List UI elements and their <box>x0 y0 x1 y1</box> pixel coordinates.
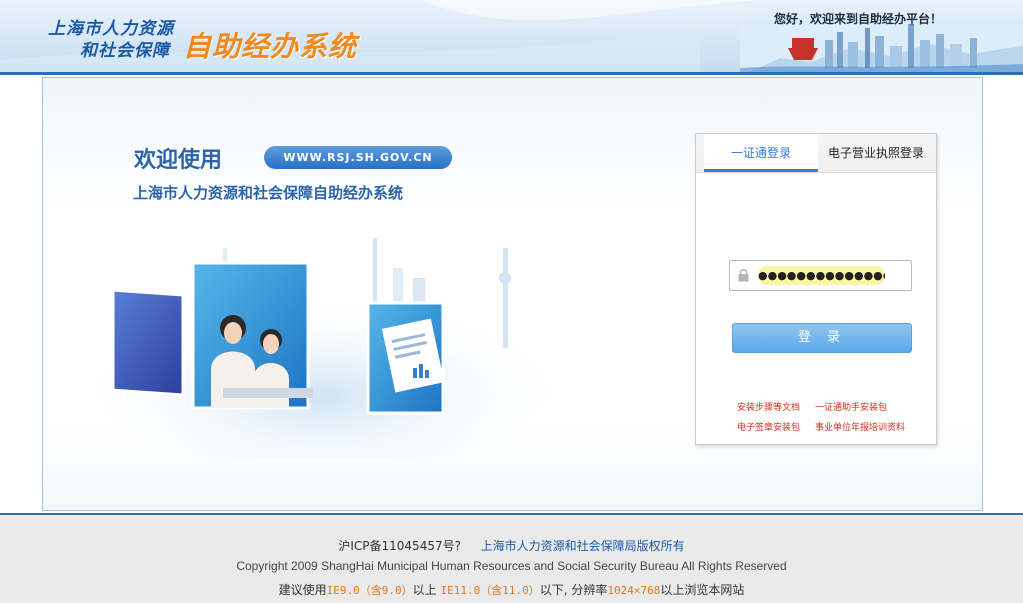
footer-icp-line: 沪ICP备11045457号? 上海市人力资源和社会保障局版权所有 <box>0 537 1023 554</box>
footer-copyright: Copyright 2009 ShangHai Municipal Human … <box>236 559 787 573</box>
page-footer: 沪ICP备11045457号? 上海市人力资源和社会保障局版权所有 Copyri… <box>0 513 1023 603</box>
logo-text-line2: 和社会保障 <box>80 41 170 61</box>
footer-browser-suggestion: 建议使用IE9.0（含9.0）以上 IE11.0（含11.0）以下, 分辨率10… <box>0 581 1023 598</box>
system-title: 上海市人力资源和社会保障自助经办系统 <box>133 184 404 202</box>
lock-icon <box>738 269 749 282</box>
suggest-suffix: 以上浏览本网站 <box>660 583 745 597</box>
resolution-value: 1024×768 <box>607 584 661 597</box>
password-field[interactable]: ●●●●●●●●●●●●●●● <box>729 260 912 291</box>
link-assistant-package[interactable]: 一证通助手安装包 <box>815 400 887 413</box>
icp-number: 沪ICP备11045457号? <box>338 539 461 553</box>
tab-certificate-login[interactable]: 一证通登录 <box>704 134 818 172</box>
logo-system-name: 自助经办系统 <box>183 30 358 63</box>
below-text: 以下, 分辨率 <box>539 583 608 597</box>
main-content-frame: 欢迎使用 WWW.RSJ.SH.GOV.CN 上海市人力资源和社会保障自助经办系… <box>42 77 983 511</box>
tab-business-license-login[interactable]: 电子营业执照登录 <box>820 134 932 172</box>
page-header: 上海市人力资源 和社会保障 自助经办系统 您好，欢迎来到自助经办平台！ <box>0 0 1023 75</box>
login-panel: 一证通登录 电子营业执照登录 ●●●●●●●●●●●●●●● 登 录 安装步骤等… <box>695 133 937 445</box>
login-button[interactable]: 登 录 <box>732 323 912 353</box>
welcome-heading: 欢迎使用 <box>134 148 223 173</box>
above-text: 以上 <box>412 583 441 597</box>
link-annual-report-training[interactable]: 事业单位年报培训资料 <box>815 420 905 433</box>
greeting-text: 您好，欢迎来到自助经办平台！ <box>774 12 943 26</box>
ie9-version: IE9.0（含9.0） <box>326 584 413 597</box>
password-value: ●●●●●●●●●●●●●●● <box>758 266 885 285</box>
suggest-prefix: 建议使用 <box>278 583 327 597</box>
link-esign-package[interactable]: 电子签章安装包 <box>737 420 800 433</box>
ie11-version: IE11.0（含11.0） <box>440 584 540 597</box>
copyright-owner-link[interactable]: 上海市人力资源和社会保障局版权所有 <box>481 539 685 553</box>
website-url-badge: WWW.RSJ.SH.GOV.CN <box>264 146 452 169</box>
service-illustration <box>93 238 553 458</box>
link-install-docs[interactable]: 安装步骤等文档 <box>737 400 800 413</box>
login-tabs: 一证通登录 电子营业执照登录 <box>696 134 936 173</box>
